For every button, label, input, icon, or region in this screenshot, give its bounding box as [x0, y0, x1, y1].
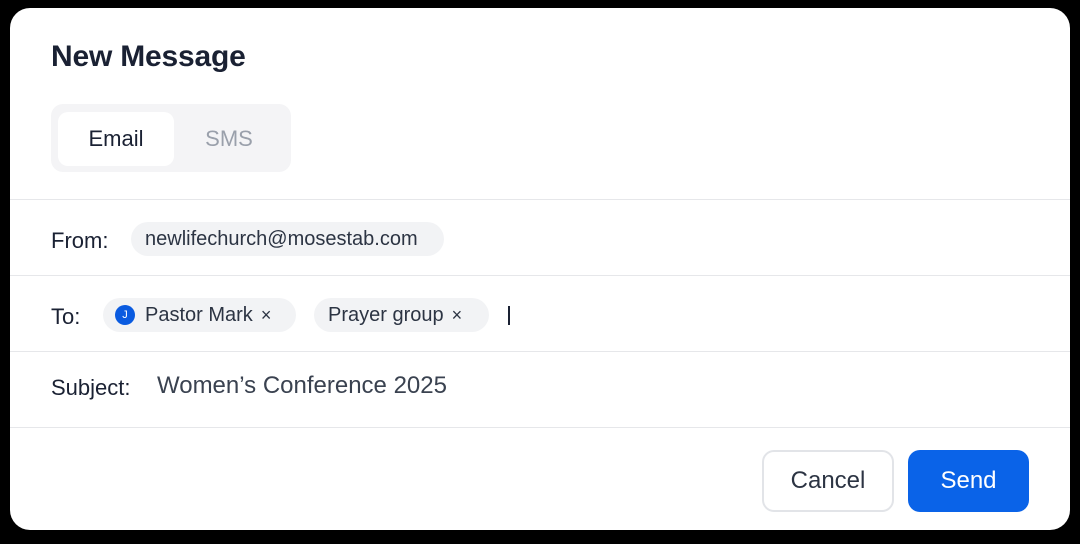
send-button[interactable]: Send [908, 450, 1029, 512]
divider [10, 275, 1070, 276]
close-icon[interactable]: × [452, 305, 463, 326]
from-address: newlifechurch@mosestab.com [145, 227, 418, 250]
tab-email[interactable]: Email [58, 112, 174, 166]
from-address-pill[interactable]: newlifechurch@mosestab.com [131, 222, 444, 256]
recipient-chip-pastor-mark[interactable]: J Pastor Mark × [103, 298, 296, 332]
dialog-title: New Message [51, 40, 246, 73]
avatar: J [115, 305, 135, 325]
recipient-chip-prayer-group[interactable]: Prayer group × [314, 298, 489, 332]
divider [10, 427, 1070, 428]
to-label: To: [51, 304, 81, 329]
divider [10, 199, 1070, 200]
divider [10, 351, 1070, 352]
cancel-button[interactable]: Cancel [762, 450, 894, 512]
from-label: From: [51, 228, 109, 253]
channel-toggle: Email SMS [51, 104, 291, 172]
recipient-name: Prayer group [328, 303, 444, 326]
subject-input[interactable]: Women’s Conference 2025 [157, 372, 447, 400]
recipient-name: Pastor Mark [145, 303, 253, 326]
tab-sms[interactable]: SMS [171, 112, 287, 166]
subject-label: Subject: [51, 375, 131, 400]
close-icon[interactable]: × [261, 305, 272, 326]
new-message-dialog: New Message Email SMS From: newlifechurc… [10, 8, 1070, 530]
text-cursor[interactable] [508, 306, 510, 325]
